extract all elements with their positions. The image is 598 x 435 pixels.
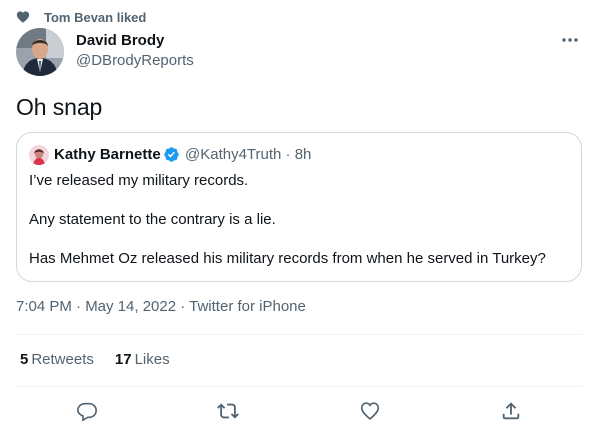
likes-count: 17 (114, 351, 132, 368)
quoted-tweet[interactable]: Kathy Barnette @Kathy4Truth · 8h I’ve re… (16, 132, 582, 282)
quoted-meta[interactable]: @Kathy4Truth · 8h (185, 146, 311, 163)
likes-label: Likes (134, 351, 170, 368)
quoted-text-line: I’ve released my military records. (29, 172, 249, 189)
retweets-stat[interactable]: 5 Retweets (20, 351, 94, 368)
likes-stat[interactable]: 17 Likes (115, 351, 170, 368)
tweet-timestamp[interactable]: 7:04 PM · May 14, 2022 · Twitter for iPh… (16, 298, 306, 315)
retweet-icon[interactable] (215, 398, 241, 424)
quoted-avatar[interactable] (29, 145, 49, 165)
retweets-count: 5 (20, 351, 29, 368)
divider (16, 386, 582, 387)
retweets-label: Retweets (31, 351, 94, 368)
social-context: Tom Bevan liked (16, 8, 146, 26)
share-icon[interactable] (498, 398, 524, 424)
engagement-stats: 5 Retweets 17 Likes (20, 351, 170, 368)
quoted-author-name[interactable]: Kathy Barnette (54, 146, 161, 163)
divider (16, 334, 582, 335)
quoted-text-line: Has Mehmet Oz released his military reco… (29, 250, 546, 267)
heart-icon (16, 9, 32, 25)
more-icon[interactable] (558, 30, 582, 50)
author-handle[interactable]: @DBrodyReports (76, 52, 194, 69)
action-bar (16, 398, 582, 424)
reply-icon[interactable] (74, 398, 100, 424)
avatar[interactable] (16, 28, 64, 76)
tweet-text: Oh snap (16, 94, 103, 120)
quoted-text-line: Any statement to the contrary is a lie. (29, 211, 276, 228)
social-context-text[interactable]: Tom Bevan liked (44, 10, 146, 25)
verified-icon (163, 146, 180, 163)
like-icon[interactable] (357, 398, 383, 424)
author-name[interactable]: David Brody (76, 32, 164, 49)
